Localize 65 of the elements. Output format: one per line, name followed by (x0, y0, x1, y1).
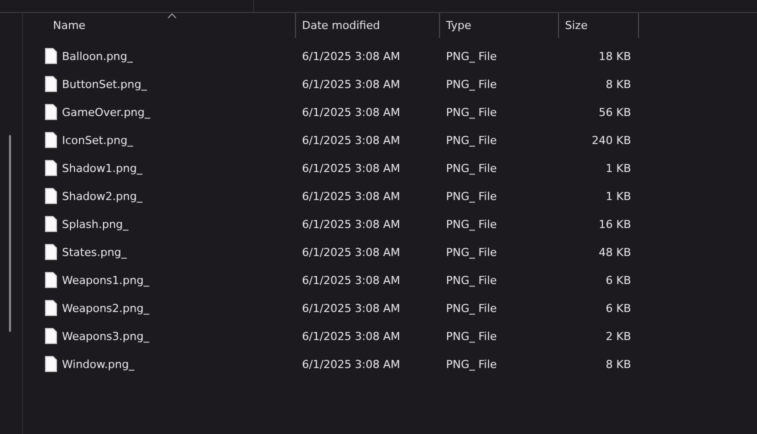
file-name[interactable]: Weapons3.png_ (62, 330, 150, 342)
file-type: PNG_ File (446, 50, 497, 62)
file-type: PNG_ File (446, 106, 497, 118)
date-modified: 6/1/2025 3:08 AM (302, 78, 400, 90)
file-type: PNG_ File (446, 358, 497, 370)
file-name[interactable]: Balloon.png_ (62, 50, 133, 62)
file-size: 18 KB (598, 50, 631, 62)
file-type: PNG_ File (446, 274, 497, 286)
file-size: 6 KB (606, 302, 631, 314)
file-size: 6 KB (606, 274, 631, 286)
file-size: 1 KB (606, 190, 631, 202)
file-name[interactable]: Window.png_ (62, 358, 134, 370)
date-modified: 6/1/2025 3:08 AM (302, 190, 400, 202)
file-type: PNG_ File (446, 302, 497, 314)
file-size: 8 KB (606, 78, 631, 90)
file-type: PNG_ File (446, 330, 497, 342)
file-icon (45, 244, 57, 260)
file-icon (45, 328, 57, 344)
file-name[interactable]: ButtonSet.png_ (62, 78, 147, 90)
file-name[interactable]: Splash.png_ (62, 218, 128, 230)
date-modified: 6/1/2025 3:08 AM (302, 302, 400, 314)
file-size: 2 KB (606, 330, 631, 342)
date-modified: 6/1/2025 3:08 AM (302, 330, 400, 342)
file-type: PNG_ File (446, 246, 497, 258)
scrollbar-thumb[interactable] (9, 135, 11, 332)
file-type: PNG_ File (446, 162, 497, 174)
file-name[interactable]: Shadow1.png_ (62, 162, 142, 174)
file-name[interactable]: GameOver.png_ (62, 106, 150, 118)
file-icon (45, 216, 57, 232)
file-type: PNG_ File (446, 218, 497, 230)
file-icon (45, 272, 57, 288)
file-type: PNG_ File (446, 78, 497, 90)
file-size: 240 KB (592, 134, 631, 146)
file-size: 48 KB (598, 246, 631, 258)
file-icon (45, 356, 57, 372)
file-icon (45, 300, 57, 316)
file-size: 8 KB (606, 358, 631, 370)
column-header[interactable]: Name (23, 19, 86, 32)
file-icon (45, 76, 57, 92)
file-type: PNG_ File (446, 190, 497, 202)
file-icon (45, 188, 57, 204)
date-modified: 6/1/2025 3:08 AM (302, 358, 400, 370)
column-header[interactable]: Date modified (296, 19, 380, 32)
file-size: 1 KB (606, 162, 631, 174)
column-header[interactable]: Type (440, 19, 472, 32)
date-modified: 6/1/2025 3:08 AM (302, 162, 400, 174)
file-type: PNG_ File (446, 134, 497, 146)
date-modified: 6/1/2025 3:08 AM (302, 246, 400, 258)
file-icon (45, 160, 57, 176)
file-icon (45, 132, 57, 148)
file-size: 56 KB (598, 106, 631, 118)
file-name[interactable]: Weapons1.png_ (62, 274, 150, 286)
file-icon (45, 104, 57, 120)
file-name[interactable]: States.png_ (62, 246, 127, 258)
date-modified: 6/1/2025 3:08 AM (302, 134, 400, 146)
date-modified: 6/1/2025 3:08 AM (302, 106, 400, 118)
file-name[interactable]: Weapons2.png_ (62, 302, 150, 314)
date-modified: 6/1/2025 3:08 AM (302, 274, 400, 286)
file-name[interactable]: Shadow2.png_ (62, 190, 142, 202)
column-header[interactable]: Size (559, 19, 588, 32)
file-name[interactable]: IconSet.png_ (62, 134, 133, 146)
file-icon (45, 48, 57, 64)
file-size: 16 KB (598, 218, 631, 230)
date-modified: 6/1/2025 3:08 AM (302, 50, 400, 62)
date-modified: 6/1/2025 3:08 AM (302, 218, 400, 230)
